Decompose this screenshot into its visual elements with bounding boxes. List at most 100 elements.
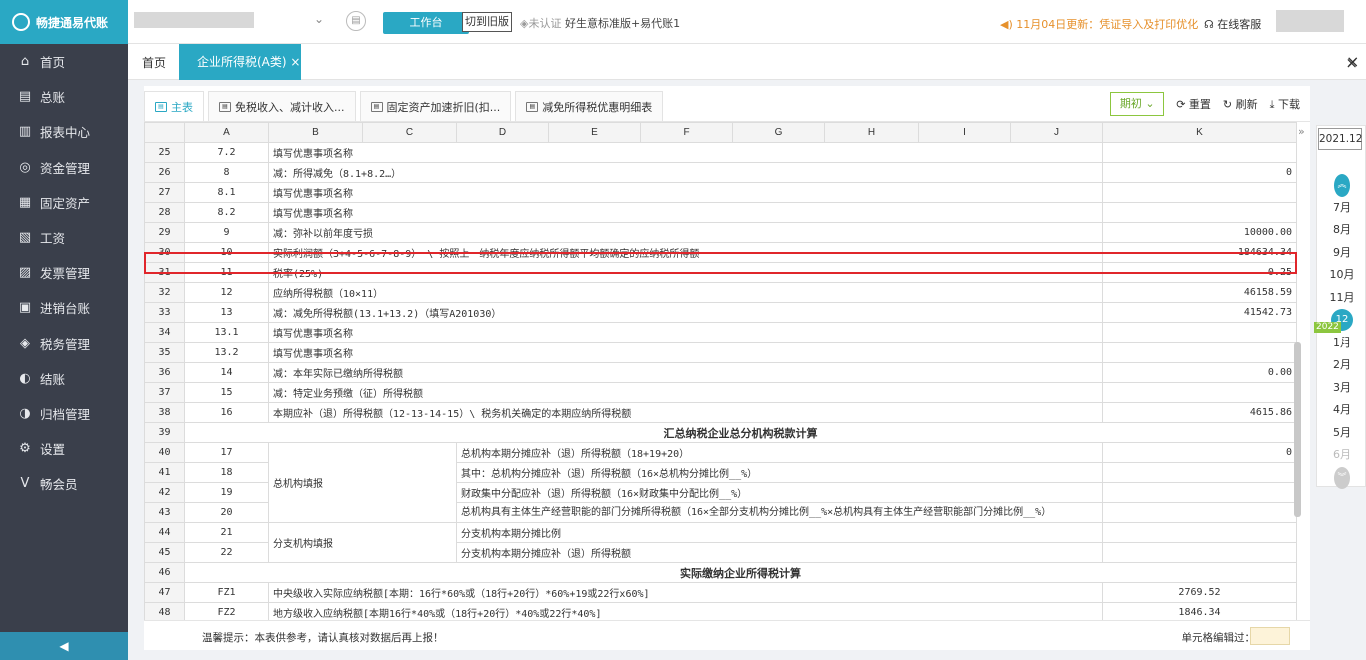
money-icon: ◎ [19,159,31,175]
amount-cell[interactable]: 41542.73 [1102,302,1297,323]
amount-cell[interactable] [1102,342,1297,363]
column-header[interactable]: B [268,122,363,143]
month-scroll-up[interactable]: ︽ [1317,174,1366,197]
row-number: 27 [144,182,185,203]
item-label: 填写优惠事项名称 [268,142,1103,163]
sheet-tab-1[interactable]: ▤ 免税收入、减计收入... [208,91,356,121]
month-item[interactable]: 3月 [1317,377,1366,400]
amount-cell[interactable] [1102,462,1297,483]
row-number: 39 [144,422,185,443]
section-title: 实际缴纳企业所得税计算 [184,562,1297,583]
chevron-down-icon[interactable]: ⌄ [314,12,324,26]
column-header[interactable]: C [362,122,457,143]
amount-cell[interactable] [1102,542,1297,563]
line-number: 17 [184,442,269,463]
sheet-tab-3[interactable]: ▤ 减免所得税优惠明细表 [515,91,664,121]
item-label: 减：弥补以前年度亏损 [268,222,1103,243]
month-item[interactable]: 11月 [1317,287,1366,310]
switch-old-version-button[interactable]: 切到旧版 [462,12,512,32]
column-header[interactable]: F [640,122,733,143]
reset-button[interactable]: ⟳ 重置 [1176,96,1211,112]
month-item[interactable]: 7月 [1317,197,1366,220]
table-row: 29 9 减：弥补以前年度亏损 10000.00 [144,222,1297,243]
amount-cell[interactable] [1102,482,1297,503]
sidebar-item-0[interactable]: ⌂ 首页 [0,44,128,79]
amount-cell[interactable] [1102,382,1297,403]
update-notice[interactable]: ◀) 11月04日更新：凭证导入及打印优化 [1000,16,1198,32]
amount-cell[interactable] [1102,502,1297,523]
sidebar-item-label: 归档管理 [40,406,91,422]
sidebar-item-5[interactable]: ▧ 工资 [0,220,128,255]
period-select[interactable]: 期初 ⌄ [1110,92,1165,116]
month-item[interactable]: 8月 [1317,219,1366,242]
sidebar-item-8[interactable]: ◈ 税务管理 [0,326,128,361]
column-header[interactable]: H [824,122,919,143]
sidebar-item-12[interactable]: V 畅会员 [0,466,128,501]
column-header[interactable]: J [1010,122,1103,143]
column-header[interactable]: I [918,122,1011,143]
table-row: 28 8.2 填写优惠事项名称 [144,202,1297,223]
amount-cell[interactable]: 0 [1102,442,1297,463]
month-item[interactable]: 10月 [1317,264,1366,287]
sidebar-item-2[interactable]: ▥ 报表中心 [0,114,128,149]
user-avatar[interactable] [1276,10,1344,32]
app-logo[interactable]: 畅捷通易代账 [0,0,128,44]
sidebar-item-3[interactable]: ◎ 资金管理 [0,150,128,185]
collapse-sidebar-button[interactable]: ◀ [0,632,128,660]
expand-panel-icon[interactable]: » [1298,125,1305,138]
amount-cell[interactable]: 2769.52 [1102,582,1297,603]
download-button[interactable]: ⤓ 下载 [1270,96,1300,112]
row-number: 40 [144,442,185,463]
amount-cell[interactable]: 10000.00 [1102,222,1297,243]
workbench-button[interactable]: 工作台 [383,12,469,34]
column-header[interactable]: D [456,122,549,143]
sheet-tab-0[interactable]: ▤ 主表 [144,91,204,121]
month-picker: ︽7月8月9月10月11月12月1月2月3月4月5月6月︾ [1316,125,1366,489]
amount-cell[interactable]: 46158.59 [1102,282,1297,303]
column-header[interactable]: K [1102,122,1297,143]
sidebar-item-label: 总账 [40,90,66,106]
sidebar-item-11[interactable]: ⚙ 设置 [0,431,128,466]
amount-cell[interactable] [1102,522,1297,543]
sidebar-item-9[interactable]: ◐ 结账 [0,361,128,396]
sidebar-item-4[interactable]: ▦ 固定资产 [0,185,128,220]
sheet-tab-2[interactable]: ▤ 固定资产加速折旧(扣... [359,91,512,121]
month-scroll-down[interactable]: ︾ [1317,466,1366,489]
online-service-button[interactable]: ☊ 在线客服 [1204,16,1261,32]
amount-cell[interactable] [1102,142,1297,163]
amount-cell[interactable]: 0.00 [1102,362,1297,383]
amount-cell[interactable]: 4615.86 [1102,402,1297,423]
amount-cell[interactable]: 184634.34 [1102,242,1297,263]
sidebar-item-6[interactable]: ▨ 发票管理 [0,255,128,290]
group-label: 分支机构填报 [268,522,457,563]
month-item[interactable]: 9月 [1317,242,1366,265]
row-number: 25 [144,142,185,163]
amount-cell[interactable]: 0 [1102,162,1297,183]
amount-cell[interactable] [1102,322,1297,343]
column-header[interactable]: E [548,122,641,143]
sidebar-item-7[interactable]: ▣ 进销台账 [0,290,128,325]
close-icon[interactable]: × [290,55,300,69]
year-select[interactable]: 2021.12 [1318,128,1362,150]
amount-cell[interactable]: 0.25 [1102,262,1297,283]
row-number: 37 [144,382,185,403]
tab-corporate-income-tax[interactable]: 企业所得税(A类) × [179,44,301,80]
calendar-icon[interactable]: ▤ [346,11,366,31]
refresh-button[interactable]: ↻ 刷新 [1223,96,1258,112]
vertical-scrollbar[interactable] [1294,342,1301,517]
month-item[interactable]: 2月 [1317,354,1366,377]
column-header[interactable]: A [184,122,269,143]
sidebar-item-1[interactable]: ▤ 总账 [0,79,128,114]
table-row: 26 8 减：所得减免（8.1+8.2…） 0 [144,162,1297,183]
row-number: 42 [144,482,185,503]
month-item[interactable]: 5月 [1317,422,1366,445]
amount-cell[interactable] [1102,182,1297,203]
amount-cell[interactable] [1102,202,1297,223]
month-item[interactable]: 6月 [1317,444,1366,467]
sidebar-item-label: 首页 [40,55,66,71]
tab-home[interactable]: 首页 [142,54,166,71]
sidebar-item-10[interactable]: ◑ 归档管理 [0,396,128,431]
close-icon[interactable]: × [1346,52,1359,71]
month-item[interactable]: 4月 [1317,399,1366,422]
column-header[interactable]: G [732,122,825,143]
